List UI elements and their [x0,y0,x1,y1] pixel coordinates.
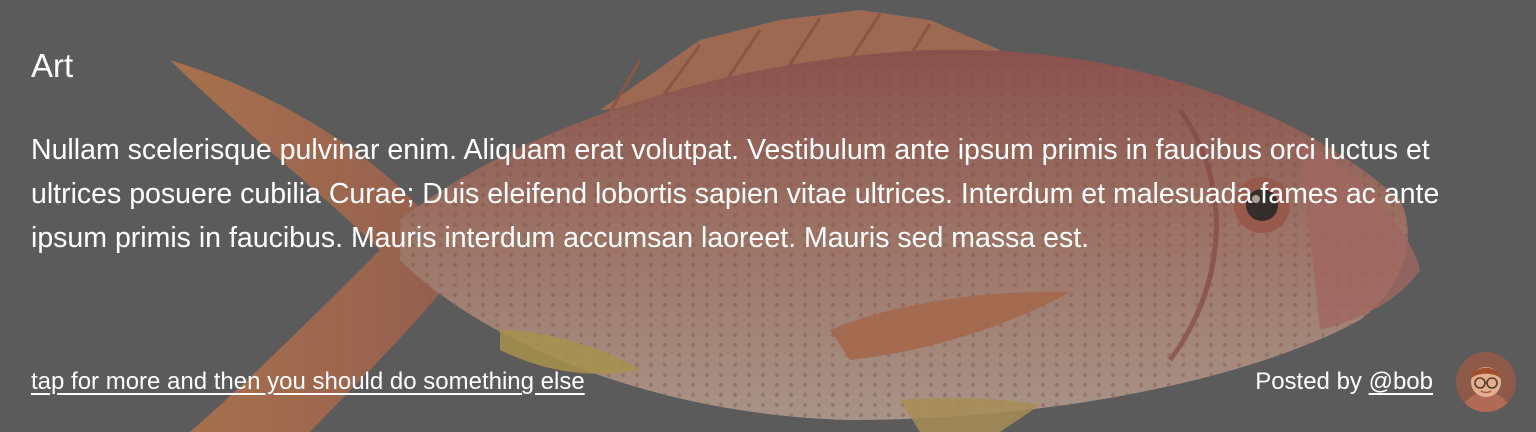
posted-by-label: Posted by [1255,368,1369,395]
card-title: Art [31,47,74,84]
avatar-image [1456,352,1516,412]
author-link[interactable]: @bob [1369,368,1433,395]
card-content: Art Nullam scelerisque pulvinar enim. Al… [31,0,1516,432]
card-body-text: Nullam scelerisque pulvinar enim. Aliqua… [31,134,1440,254]
posted-by: Posted by @bob [1255,366,1433,398]
card-footer: tap for more and then you should do some… [31,352,1516,412]
avatar[interactable] [1456,352,1516,412]
tap-for-more-link[interactable]: tap for more and then you should do some… [31,366,585,398]
post-card[interactable]: Art Nullam scelerisque pulvinar enim. Al… [0,0,1536,432]
